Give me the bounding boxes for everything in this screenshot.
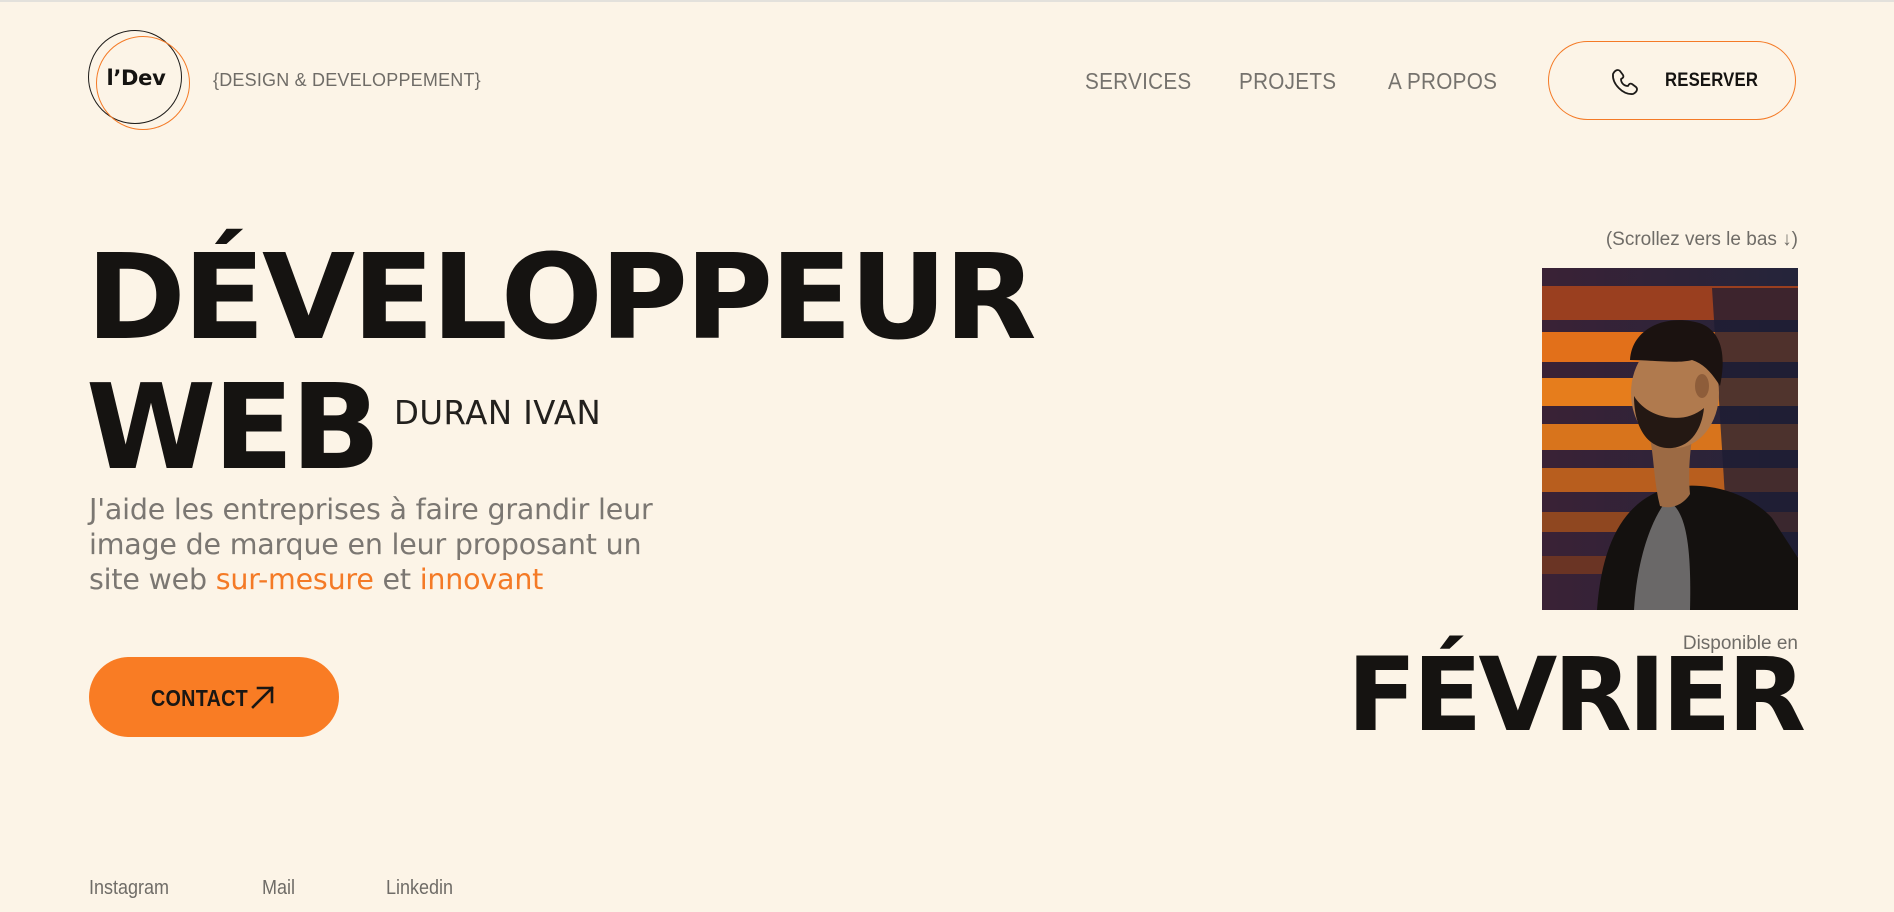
nav-services[interactable]: SERVICES <box>1085 68 1191 95</box>
intro-mid: et <box>373 563 420 596</box>
contact-label: CONTACT <box>151 685 249 711</box>
scroll-hint: (Scrollez vers le bas ↓) <box>1605 229 1798 250</box>
top-divider <box>0 0 1894 2</box>
contact-button[interactable]: CONTACT <box>89 657 339 737</box>
nav-a-propos[interactable]: A PROPOS <box>1388 68 1497 95</box>
intro-text: J'aide les entreprises à faire grandir l… <box>89 492 689 597</box>
logo[interactable]: l’Dev <box>88 30 190 130</box>
social-linkedin-link[interactable]: Linkedin <box>386 877 453 900</box>
intro-highlight-innovant: innovant <box>419 563 544 596</box>
available-month: FÉVRIER <box>1346 636 1806 755</box>
portrait-photo <box>1542 268 1798 610</box>
phone-icon <box>1612 69 1638 95</box>
developer-name: DURAN IVAN <box>394 393 602 432</box>
nav-projets[interactable]: PROJETS <box>1239 68 1336 95</box>
reserve-label: RESERVER <box>1665 70 1759 91</box>
portrait-illustration <box>1542 268 1798 610</box>
hero-title-line2: WEB <box>86 358 381 496</box>
social-instagram-link[interactable]: Instagram <box>89 877 169 900</box>
arrow-up-right-icon <box>251 686 274 709</box>
intro-highlight-sur-mesure: sur-mesure <box>215 563 374 596</box>
hero-title-line1: DÉVELOPPEUR <box>86 228 1037 366</box>
social-mail-link[interactable]: Mail <box>262 877 295 900</box>
logo-text: l’Dev <box>106 66 166 90</box>
tagline: {DESIGN & DEVELOPPEMENT} <box>213 70 481 90</box>
reserve-button[interactable]: RESERVER <box>1548 41 1796 120</box>
